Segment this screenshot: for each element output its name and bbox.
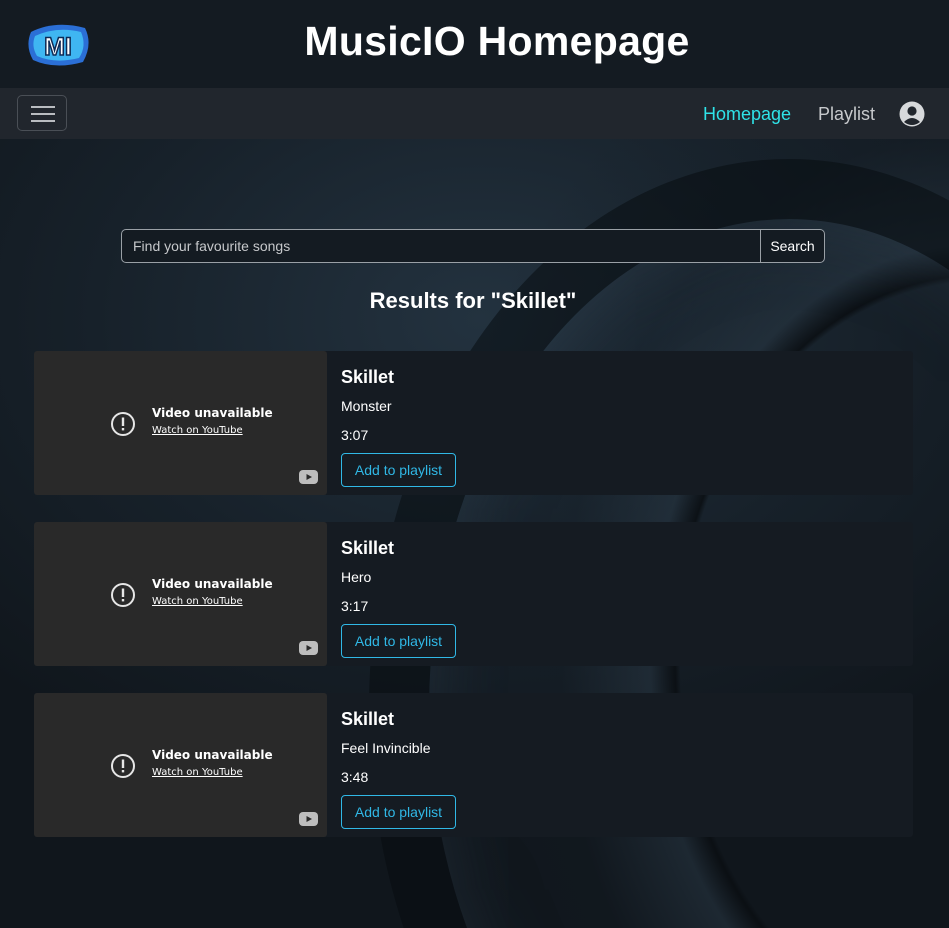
nav-link-homepage[interactable]: Homepage xyxy=(703,104,791,125)
video-status-text: Video unavailable xyxy=(152,577,273,591)
navbar: Homepage Playlist xyxy=(0,88,949,139)
song-duration: 3:48 xyxy=(341,769,369,785)
menu-icon xyxy=(31,106,55,108)
song-duration: 3:17 xyxy=(341,598,369,614)
video-embed[interactable]: Video unavailable Watch on YouTube xyxy=(34,693,327,837)
song-duration: 3:07 xyxy=(341,427,369,443)
video-status-text: Video unavailable xyxy=(152,748,273,762)
warning-icon xyxy=(111,754,135,778)
youtube-icon[interactable] xyxy=(299,470,318,484)
warning-icon xyxy=(111,412,135,436)
youtube-icon[interactable] xyxy=(299,812,318,826)
page-title: MusicIO Homepage xyxy=(304,18,690,64)
menu-icon-bar xyxy=(31,113,55,115)
artist-name: Skillet xyxy=(341,538,395,558)
warning-icon xyxy=(111,583,135,607)
result-card: Video unavailable Watch on YouTube Skill… xyxy=(34,693,913,837)
menu-icon-bar xyxy=(31,120,55,122)
song-title: Monster xyxy=(341,398,392,414)
search-button[interactable]: Search xyxy=(760,230,824,262)
search-input[interactable] xyxy=(122,230,760,262)
results-title: Results for "Skillet" xyxy=(369,288,577,313)
song-title: Hero xyxy=(341,569,372,585)
add-to-playlist-button[interactable]: Add to playlist xyxy=(341,453,456,487)
song-title: Feel Invincible xyxy=(341,740,431,756)
user-circle-icon[interactable] xyxy=(899,101,925,127)
watch-on-youtube-link[interactable]: Watch on YouTube xyxy=(152,767,243,778)
video-status-text: Video unavailable xyxy=(152,406,273,420)
watch-on-youtube-link[interactable]: Watch on YouTube xyxy=(152,596,243,607)
artist-name: Skillet xyxy=(341,709,395,729)
search-bar: Search xyxy=(121,229,825,263)
video-embed[interactable]: Video unavailable Watch on YouTube xyxy=(34,522,327,666)
result-card: Video unavailable Watch on YouTube Skill… xyxy=(34,522,913,666)
add-to-playlist-button[interactable]: Add to playlist xyxy=(341,795,456,829)
artist-name: Skillet xyxy=(341,367,395,387)
site-header: MI MusicIO Homepage xyxy=(0,0,949,88)
nav-link-playlist[interactable]: Playlist xyxy=(818,104,875,125)
result-card: Video unavailable Watch on YouTube Skill… xyxy=(34,351,913,495)
add-to-playlist-button[interactable]: Add to playlist xyxy=(341,624,456,658)
menu-toggle-button[interactable] xyxy=(17,95,67,131)
video-embed[interactable]: Video unavailable Watch on YouTube xyxy=(34,351,327,495)
watch-on-youtube-link[interactable]: Watch on YouTube xyxy=(152,425,243,436)
youtube-icon[interactable] xyxy=(299,641,318,655)
